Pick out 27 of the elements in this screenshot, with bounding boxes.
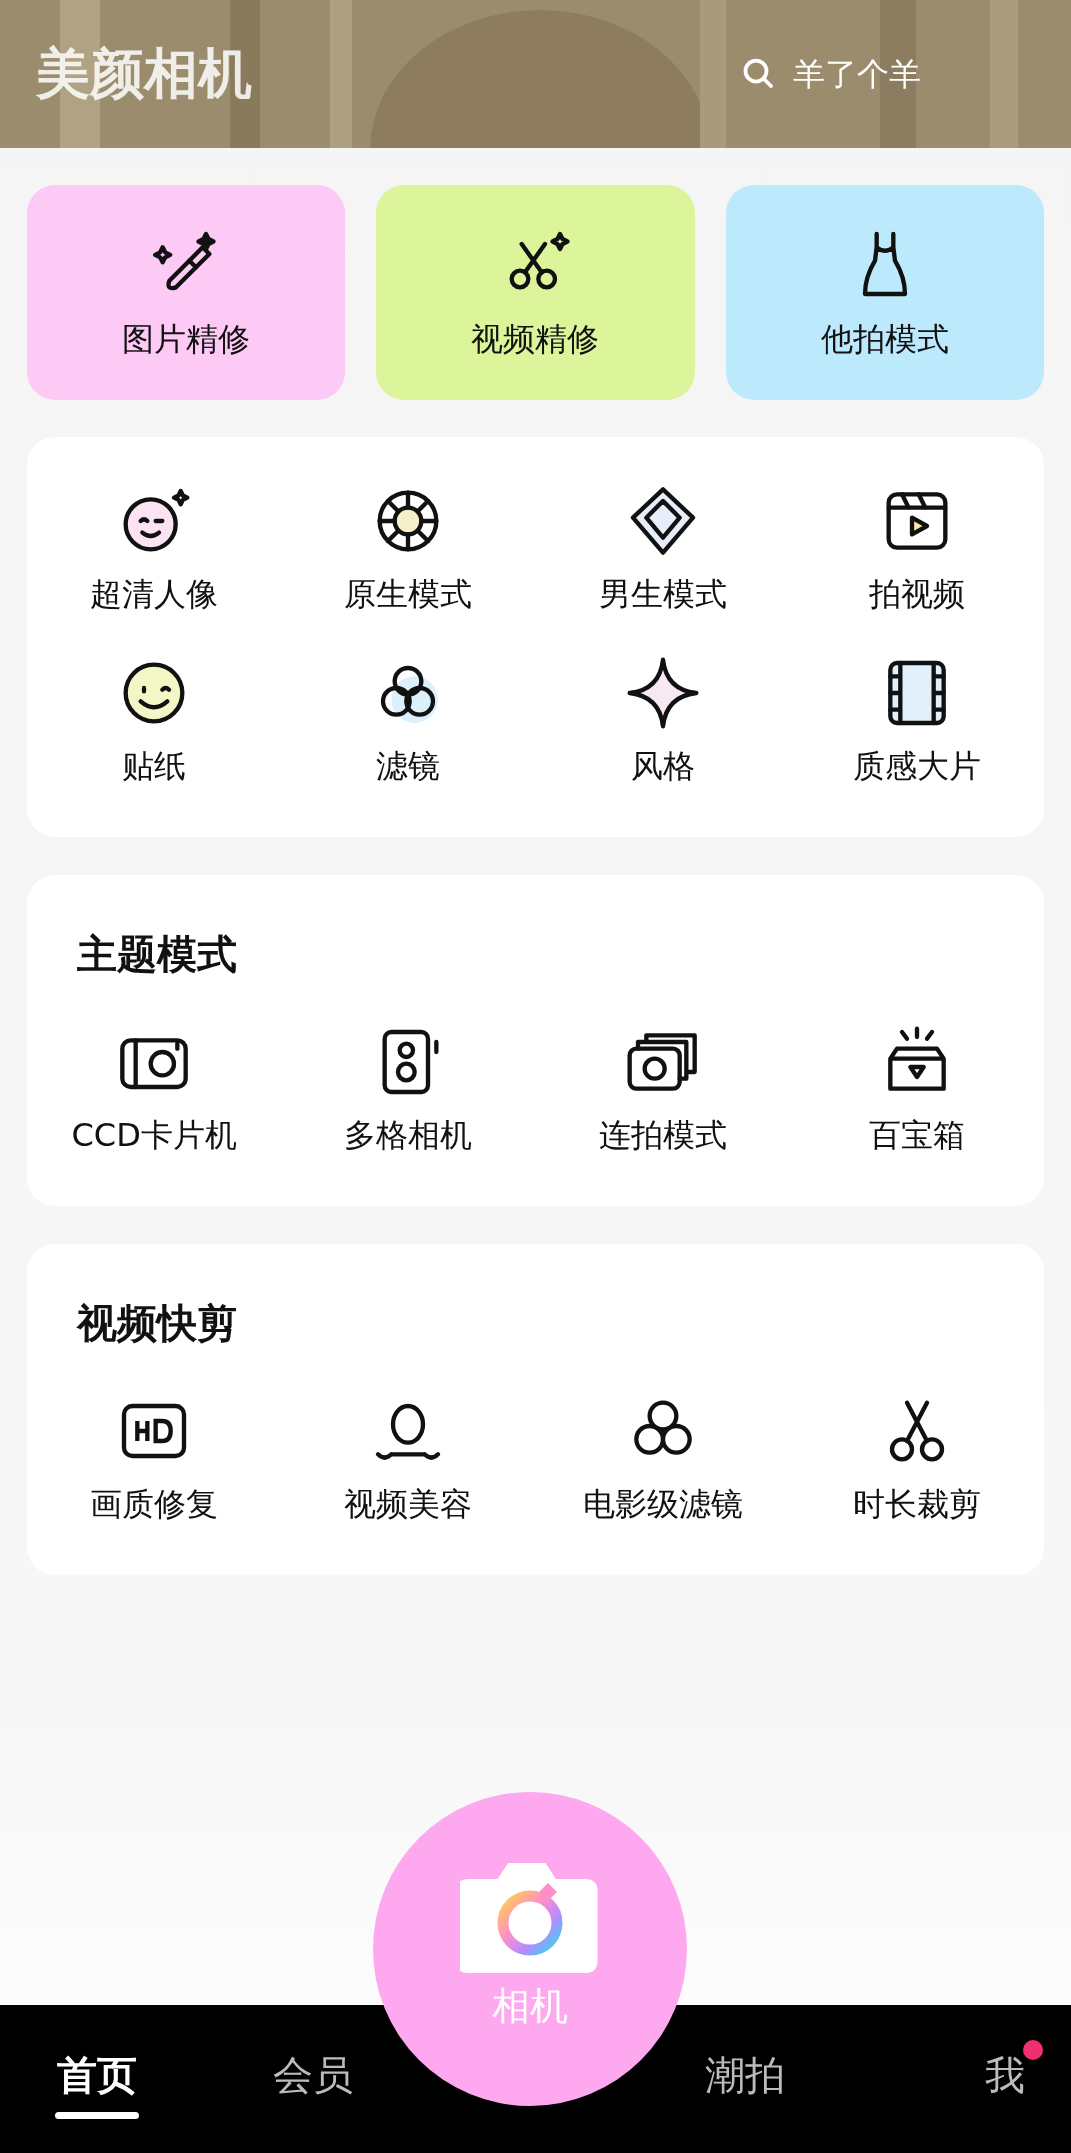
tool-button[interactable]: 超清人像 [27,481,282,617]
search-field[interactable]: 羊了个羊 [791,54,995,94]
tab[interactable]: 潮拍 [695,2039,795,2119]
quick-action-card[interactable]: 视频精修 [376,185,695,400]
tool-button[interactable]: 时长裁剪 [789,1391,1044,1527]
tool-button[interactable]: 百宝箱 [789,1022,1044,1158]
section-title: 视频快剪 [75,1299,237,1348]
quick-action-card[interactable]: 他拍模式 [725,185,1044,400]
tool-button[interactable]: 画质修复 [27,1391,282,1527]
tool-button[interactable]: 电影级滤镜 [535,1391,790,1527]
tool-button[interactable]: 连拍模式 [535,1022,790,1158]
tool-button[interactable]: 滤镜 [281,653,536,789]
tool-button[interactable]: CCD卡片机 [27,1022,282,1158]
tab[interactable]: 首页 [47,2039,147,2119]
tool-button[interactable]: 贴纸 [27,653,282,789]
section-title: 主题模式 [76,930,237,979]
tool-button[interactable]: 原生模式 [281,481,536,617]
tool-button[interactable]: 男生模式 [535,481,790,617]
tab[interactable]: 我 [955,2039,1055,2119]
app-title: 美颜相机 [36,40,252,107]
tool-button[interactable]: 拍视频 [789,481,1044,617]
tab[interactable]: 会员 [263,2039,363,2119]
tool-button[interactable]: 质感大片 [789,653,1044,789]
tool-button[interactable]: 多格相机 [281,1022,536,1158]
tool-button[interactable]: 风格 [535,653,790,789]
tool-button[interactable]: 视频美容 [281,1391,536,1527]
quick-action-card[interactable]: 图片精修 [27,185,346,400]
